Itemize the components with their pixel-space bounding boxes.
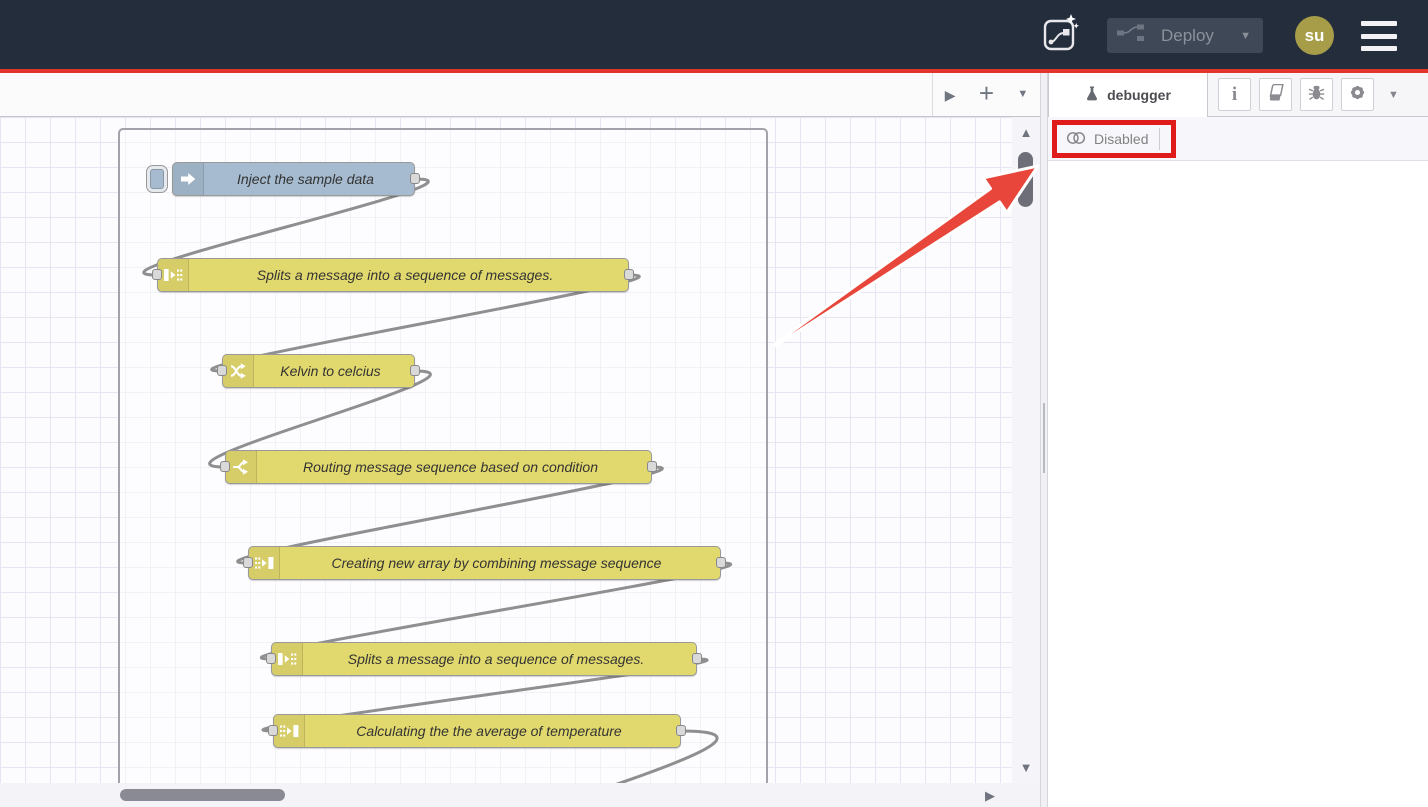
input-port[interactable] [217, 365, 227, 376]
output-port[interactable] [624, 269, 634, 280]
canvas-wrapper: Inject the sample data Splits a message i… [0, 117, 1040, 783]
sidebar-header: debugger i [1048, 73, 1428, 117]
annotation-highlight-box: Disabled [1052, 120, 1176, 158]
change-icon [223, 355, 254, 387]
flow-node-join[interactable]: Calculating the the average of temperatu… [273, 714, 681, 748]
sidebar-splitter[interactable] [1040, 73, 1048, 807]
info-icon: i [1232, 84, 1237, 106]
flow-node-inject[interactable]: Inject the sample data [172, 162, 415, 196]
workspace-tab-bar: ▶ + ▼ [0, 73, 1040, 117]
output-port[interactable] [410, 173, 420, 184]
vertical-scroll-thumb[interactable] [1018, 152, 1033, 207]
flow-node-switch[interactable]: Routing message sequence based on condit… [225, 450, 652, 484]
node-label: Splits a message into a sequence of mess… [188, 259, 622, 291]
help-button[interactable] [1259, 78, 1292, 111]
join-icon [274, 715, 305, 747]
disabled-label: Disabled [1094, 131, 1148, 147]
switch-icon [226, 451, 257, 483]
debug-panel-body[interactable] [1048, 161, 1428, 807]
gear-icon [1349, 84, 1366, 106]
deploy-label: Deploy [1161, 26, 1214, 46]
sidebar-more-button[interactable]: ▼ [1388, 89, 1399, 101]
scroll-up-icon[interactable]: ▲ [1012, 126, 1040, 139]
flask-icon [1085, 86, 1099, 104]
tab-debugger[interactable]: debugger [1048, 73, 1208, 117]
sidebar-toolbar-buttons: i [1218, 78, 1399, 111]
split-icon [158, 259, 189, 291]
ai-flow-sparkle-icon [1043, 13, 1079, 58]
node-label: Calculating the the average of temperatu… [304, 715, 674, 747]
tab-bar-controls: ▶ + ▼ [932, 73, 1040, 116]
tab-debugger-label: debugger [1107, 87, 1171, 103]
hamburger-icon [1361, 21, 1397, 26]
flow-node-change[interactable]: Kelvin to celcius [222, 354, 415, 388]
horizontal-scroll-thumb[interactable] [120, 789, 285, 801]
deploy-button[interactable]: Deploy ▼ [1107, 18, 1263, 53]
sidebar: debugger i [1048, 73, 1428, 807]
tab-scroll-right-button[interactable]: ▶ [945, 88, 956, 102]
flow-canvas[interactable]: Inject the sample data Splits a message i… [0, 117, 1012, 783]
header: Deploy ▼ su [0, 0, 1428, 73]
deploy-icon [1117, 24, 1147, 47]
output-port[interactable] [676, 725, 686, 736]
scroll-right-icon[interactable]: ▶ [985, 788, 995, 804]
node-red-editor: Deploy ▼ su ▶ + ▼ Inject the sample data… [0, 0, 1428, 807]
node-label: Creating new array by combining message … [279, 547, 714, 579]
canvas-vertical-scrollbar[interactable]: ▲ ▼ [1012, 117, 1040, 783]
flow-list-button[interactable]: ▼ [1017, 89, 1028, 100]
toolbar-separator [1159, 128, 1160, 150]
toggle-icon [1066, 131, 1087, 148]
bug-icon [1308, 84, 1325, 106]
main-menu-button[interactable] [1361, 21, 1397, 51]
input-port[interactable] [220, 461, 230, 472]
input-port[interactable] [243, 557, 253, 568]
settings-button[interactable] [1341, 78, 1374, 111]
flow-node-split[interactable]: Splits a message into a sequence of mess… [157, 258, 629, 292]
output-port[interactable] [692, 653, 702, 664]
canvas-horizontal-scrollbar[interactable]: ▶ [0, 783, 1040, 807]
scroll-down-icon[interactable]: ▼ [1012, 761, 1040, 774]
node-label: Inject the sample data [203, 163, 408, 195]
flow-node-split[interactable]: Splits a message into a sequence of mess… [271, 642, 697, 676]
input-port[interactable] [152, 269, 162, 280]
input-port[interactable] [268, 725, 278, 736]
ai-assistant-button[interactable] [1042, 15, 1080, 55]
splitter-grip[interactable] [1043, 403, 1045, 473]
caret-down-icon[interactable]: ▼ [1240, 30, 1251, 42]
node-label: Routing message sequence based on condit… [256, 451, 645, 483]
node-label: Splits a message into a sequence of mess… [302, 643, 690, 675]
book-icon [1266, 84, 1285, 106]
debug-toolbar: Disabled [1048, 117, 1428, 161]
join-icon [249, 547, 280, 579]
user-avatar[interactable]: su [1295, 16, 1334, 55]
split-icon [272, 643, 303, 675]
flow-node-join[interactable]: Creating new array by combining message … [248, 546, 721, 580]
debug-button[interactable] [1300, 78, 1333, 111]
add-flow-button[interactable]: + [979, 80, 994, 106]
debug-disabled-toggle[interactable]: Disabled [1066, 131, 1148, 148]
input-port[interactable] [266, 653, 276, 664]
output-port[interactable] [647, 461, 657, 472]
node-label: Kelvin to celcius [253, 355, 408, 387]
inject-trigger-button[interactable] [146, 165, 168, 193]
output-port[interactable] [716, 557, 726, 568]
output-port[interactable] [410, 365, 420, 376]
inject-arrow-icon [173, 163, 204, 195]
info-button[interactable]: i [1218, 78, 1251, 111]
